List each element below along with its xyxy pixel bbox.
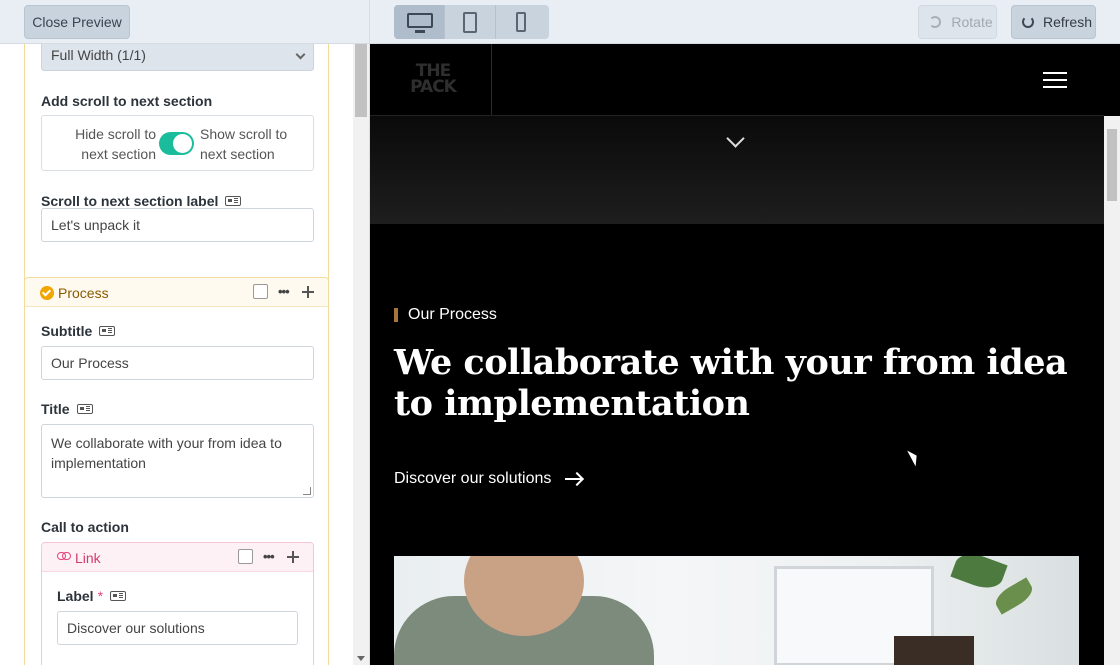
photo-leaf-shape [950,556,1008,594]
link-select-checkbox[interactable] [238,549,253,564]
process-block-title: Process [58,285,109,301]
rotate-button[interactable]: Rotate [918,5,997,39]
scroll-down-arrow-icon[interactable] [357,656,365,661]
tablet-view-button[interactable] [445,5,496,39]
scroll-toggle-group: Hide scroll to next section Show scroll … [41,115,314,171]
title-field-text: Title [41,401,70,417]
cta-field-label: Call to action [41,519,129,535]
process-title: We collaborate with your from idea to im… [394,342,1068,424]
width-select-value: Full Width (1/1) [51,47,146,63]
scroll-toggle-switch[interactable] [159,132,194,155]
preview-toolbar: Rotate Refresh [370,0,1120,44]
link-block-title: Link [75,550,101,566]
cta-link[interactable]: Discover our solutions [394,470,551,488]
editor-panel: Close Preview Full Width (1/1) Add scrol… [0,0,370,665]
desktop-icon [407,13,433,33]
link-block-card: Link ••• Label * Discover our solutions [41,542,314,665]
link-block-header[interactable]: Link ••• [42,543,313,572]
refresh-icon [1022,16,1034,28]
subtitle-input[interactable]: Our Process [41,346,314,380]
scroll-label-input[interactable]: Let's unpack it [41,208,314,242]
desktop-view-button[interactable] [394,5,445,39]
hero-bottom-strip [370,116,1104,224]
title-field-label: Title [41,401,93,417]
rotate-label: Rotate [951,14,993,30]
more-options-icon[interactable]: ••• [263,550,275,564]
editor-scroll-area: Full Width (1/1) Add scroll to next sect… [0,44,353,665]
more-options-icon[interactable]: ••• [278,285,290,299]
refresh-label: Refresh [1042,14,1093,30]
scroll-label-field-label: Scroll to next section label [41,193,242,209]
refresh-button[interactable]: Refresh [1011,5,1096,39]
editor-scrollbar-thumb[interactable] [355,44,367,117]
move-handle-icon[interactable] [302,286,314,298]
editor-scrollbar[interactable] [353,44,369,665]
rotate-icon [929,16,941,28]
process-photo [394,556,1079,665]
hide-scroll-label: Hide scroll to next section [75,126,156,162]
required-marker: * [97,588,104,604]
site-header: THE PACK [370,44,1104,116]
photo-box-shape [894,636,974,665]
chevron-down-icon [295,49,306,60]
preview-scrollbar-thumb[interactable] [1107,129,1117,201]
localize-icon [99,326,116,337]
localize-icon [225,196,242,207]
arrow-right-icon[interactable] [565,478,582,480]
width-select[interactable]: Full Width (1/1) [41,44,314,71]
section-settings-card: Full Width (1/1) Add scroll to next sect… [24,44,329,308]
link-label-input[interactable]: Discover our solutions [57,611,298,645]
subtitle-field-label: Subtitle [41,323,116,339]
process-subtitle: Our Process [408,306,497,323]
site-preview: THE PACK Our Process We collaborate with… [370,44,1120,665]
link-label-field-text: Label [57,588,94,604]
site-logo[interactable]: THE PACK [403,63,463,96]
move-handle-icon[interactable] [287,551,299,563]
title-textarea-value: We collaborate with your from idea to im… [51,435,282,471]
toggle-knob [173,134,192,153]
process-select-checkbox[interactable] [253,284,268,299]
show-scroll-label: Show scroll to next section [200,126,288,162]
localize-icon [110,591,127,602]
menu-icon[interactable] [1043,72,1067,88]
device-switcher [394,5,549,39]
editor-toolbar: Close Preview [0,0,369,44]
logo-cell: THE PACK [370,44,492,115]
scroll-label-field-text: Scroll to next section label [41,193,219,209]
chevron-down-icon[interactable] [726,129,745,148]
process-block-header[interactable]: Process ••• [25,278,328,307]
preview-scrollbar[interactable] [1104,116,1120,665]
link-icon [57,552,71,560]
close-preview-button[interactable]: Close Preview [24,5,130,39]
tablet-icon [463,12,477,33]
resize-grip-icon[interactable] [303,487,311,495]
link-label-field-label: Label * [57,588,127,604]
mobile-view-button[interactable] [496,5,547,39]
mobile-icon [516,12,526,32]
check-circle-icon [40,286,54,300]
localize-icon [76,404,93,415]
subtitle-accent-bar [394,308,398,322]
process-block-card: Process ••• Subtitle Our Process Title W… [24,277,329,665]
scroll-section-label: Add scroll to next section [41,93,213,109]
subtitle-field-text: Subtitle [41,323,93,339]
title-textarea[interactable]: We collaborate with your from idea to im… [41,424,314,498]
